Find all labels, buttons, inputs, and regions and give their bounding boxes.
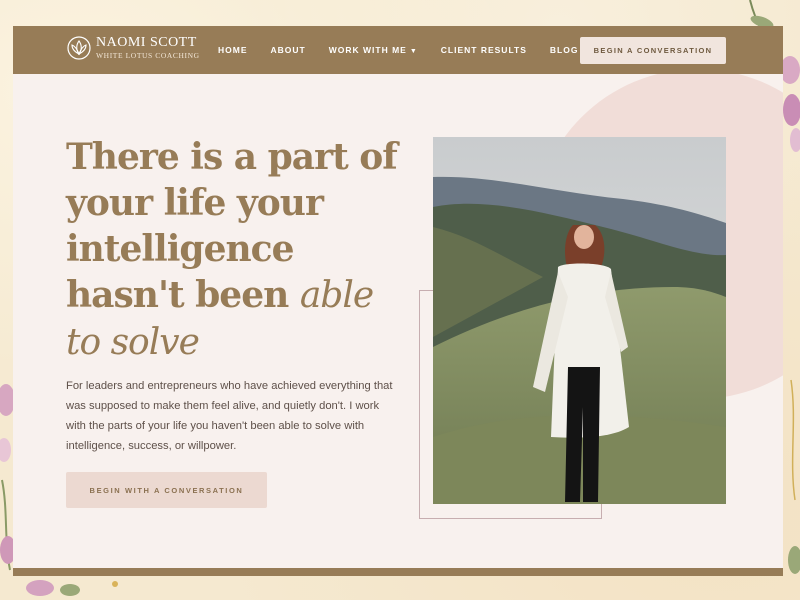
brand-tagline: WHITE LOTUS COACHING: [96, 51, 200, 61]
hero-photo: [433, 137, 726, 504]
headline-line-1: There is a part of: [66, 136, 398, 178]
headline-line-4: hasn't been: [66, 274, 289, 316]
nav-item-about[interactable]: ABOUT: [271, 45, 306, 55]
hero-headline: There is a part of your life your intell…: [66, 134, 406, 366]
headline-line-3: intelligence: [66, 228, 294, 270]
nav-item-home[interactable]: HOME: [218, 45, 248, 55]
nav-item-client-results[interactable]: CLIENT RESULTS: [441, 45, 527, 55]
chevron-down-icon: ▼: [409, 48, 418, 55]
footer-bar: [13, 568, 783, 576]
website-page: NAOMI SCOTT WHITE LOTUS COACHING HOME AB…: [13, 26, 783, 576]
headline-italic-to-solve: to solve: [66, 322, 200, 363]
hero-description: For leaders and entrepreneurs who have a…: [66, 380, 393, 452]
lotus-icon: [67, 36, 91, 60]
nav-item-work-with-me-label: WORK WITH ME: [328, 45, 407, 55]
begin-conversation-nav-button[interactable]: BEGIN A CONVERSATION: [580, 37, 726, 64]
begin-with-conversation-button[interactable]: BEGIN WITH A CONVERSATION: [66, 472, 267, 508]
nav-item-work-with-me[interactable]: WORK WITH ME ▼: [329, 45, 418, 55]
brand-name: NAOMI SCOTT: [96, 35, 197, 51]
nav-item-blog[interactable]: BLOG: [550, 45, 579, 55]
top-navigation: NAOMI SCOTT WHITE LOTUS COACHING HOME AB…: [13, 26, 783, 74]
headline-line-2: your life your: [66, 182, 324, 224]
woman-in-meadow-image: [433, 137, 726, 504]
brand-logo[interactable]: NAOMI SCOTT WHITE LOTUS COACHING: [66, 36, 200, 60]
flower-decoration-bottom: [26, 580, 118, 596]
flower-decoration-right: [788, 379, 800, 574]
headline-italic-able: able: [299, 275, 374, 316]
nav-menu: HOME ABOUT WORK WITH ME ▼ CLIENT RESULTS …: [218, 26, 601, 74]
